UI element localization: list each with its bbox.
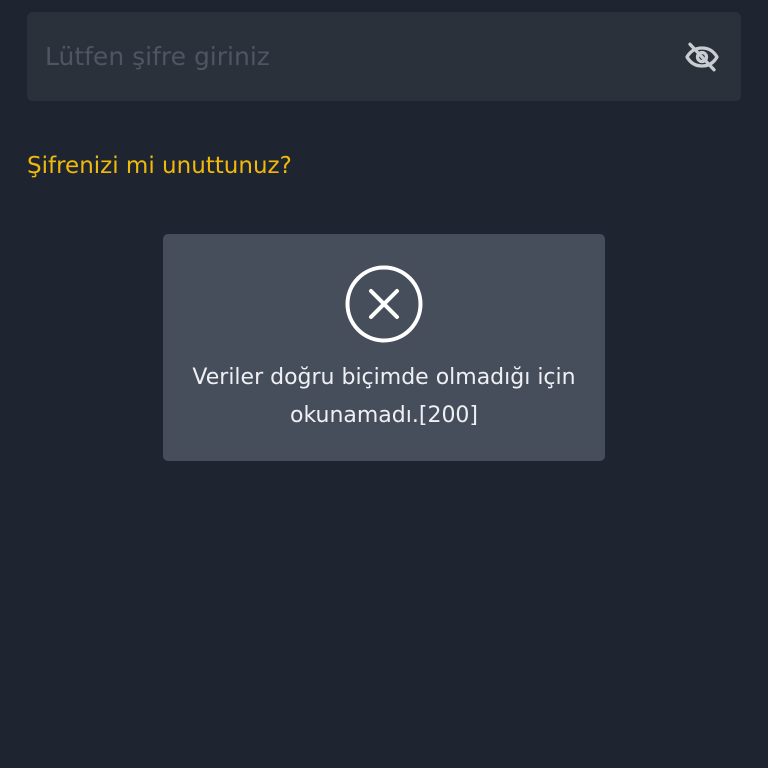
error-message: Veriler doğru biçimde olmadığı için okun…	[174, 359, 594, 435]
login-screen: Şifrenizi mi unuttunuz? Veriler doğru bi…	[0, 0, 768, 768]
error-toast: Veriler doğru biçimde olmadığı için okun…	[163, 234, 605, 461]
eye-off-icon[interactable]	[680, 35, 724, 79]
error-message-line-1: Veriler doğru biçimde olmadığı için	[192, 365, 576, 390]
password-field[interactable]	[27, 12, 741, 101]
password-input[interactable]	[27, 12, 680, 101]
close-circle-icon	[345, 265, 423, 343]
error-message-line-2: okunamadı.[200]	[289, 403, 479, 428]
forgot-password-link[interactable]: Şifrenizi mi unuttunuz?	[27, 153, 292, 179]
